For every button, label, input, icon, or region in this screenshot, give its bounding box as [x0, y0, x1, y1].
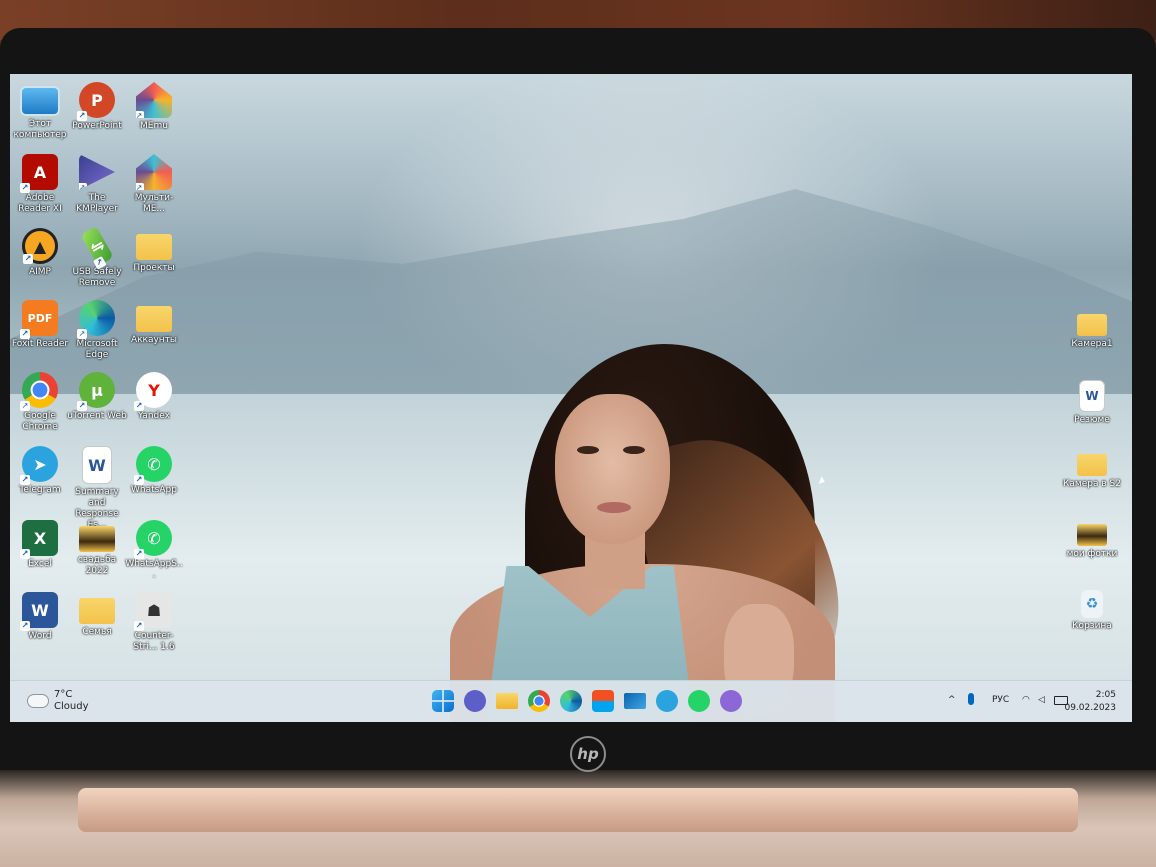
desktop-icon-whatsapp-s[interactable]: ✆ WhatsAppS...	[124, 520, 184, 581]
chrome-icon[interactable]	[528, 690, 550, 712]
usb-safely-remove-icon: ⇋	[80, 225, 114, 267]
start-icon[interactable]	[432, 690, 454, 712]
desktop-icon-camera-s2[interactable]: Камера в S2	[1062, 450, 1122, 490]
wallpaper-face	[555, 394, 670, 544]
desktop-icon-utorrent[interactable]: µ uTorrent Web	[67, 372, 127, 422]
utorrent-icon: µ	[77, 372, 115, 411]
telegram-icon: ➤	[20, 446, 58, 485]
counter-strike-icon: ☗	[134, 592, 172, 631]
folder-icon	[1077, 454, 1107, 476]
laptop-hinge-bar	[78, 788, 1078, 832]
chrome-icon	[20, 372, 58, 411]
desktop-icon-counter-strike[interactable]: ☗ Counter-Stri... 1.6	[124, 592, 184, 653]
desktop-icon-powerpoint[interactable]: P PowerPoint	[67, 82, 127, 132]
mail-icon[interactable]	[624, 693, 646, 709]
desktop-icon-this-pc[interactable]: Этот компьютер	[10, 82, 70, 141]
weather-temp: 7°C	[54, 689, 73, 700]
desktop-icon-word[interactable]: W Word	[10, 592, 70, 642]
store-icon[interactable]	[592, 690, 614, 712]
desktop-icon-resume[interactable]: W Резюме	[1062, 380, 1122, 426]
wifi-icon[interactable]: ◠	[1022, 695, 1030, 705]
wallpaper-eye	[623, 446, 645, 454]
folder-icon	[1077, 314, 1107, 336]
adobe-reader-icon: A	[20, 154, 58, 193]
tray-overflow-chevron-icon[interactable]: ^	[948, 695, 956, 705]
memu-icon	[136, 82, 172, 118]
edge-icon[interactable]	[560, 690, 582, 712]
desktop-icon-foxit-reader[interactable]: PDF Foxit Reader	[10, 300, 70, 350]
desktop-icon-kmplayer[interactable]: The KMPlayer	[67, 154, 127, 215]
word-document-icon: W	[1079, 380, 1105, 412]
file-explorer-icon[interactable]	[496, 693, 518, 709]
multi-memu-icon	[136, 154, 172, 190]
desktop-icon-recycle-bin[interactable]: ♻ Корзина	[1062, 590, 1122, 632]
edge-icon	[77, 300, 115, 339]
wallpaper-lips	[597, 502, 631, 513]
powerpoint-icon: P	[77, 82, 115, 121]
folder-icon	[1077, 524, 1107, 546]
folder-icon	[136, 234, 172, 260]
system-clock[interactable]: 2:05 09.02.2023	[1064, 689, 1116, 715]
desktop-icon-edge[interactable]: Microsoft Edge	[67, 300, 127, 361]
hp-logo: hp	[570, 736, 606, 772]
desktop-icon-chrome[interactable]: Google Chrome	[10, 372, 70, 433]
aimp-icon: ▲	[22, 228, 58, 264]
desktop-icon-usb-safely-remove[interactable]: ⇋ USB Safely Remove	[67, 225, 127, 289]
desktop-screen: Этот компьютер P PowerPoint MEmu A Adobe…	[10, 74, 1132, 722]
desktop-icon-camera1[interactable]: Камера1	[1062, 310, 1122, 350]
desktop-icon-my-photos[interactable]: мои фотки	[1062, 520, 1122, 560]
whatsapp-icon: ✆	[134, 520, 172, 559]
desktop-icon-family[interactable]: Семья	[67, 592, 127, 638]
desktop-icon-excel[interactable]: X Excel	[10, 520, 70, 570]
kmplayer-icon	[79, 154, 115, 190]
desktop-icon-aimp[interactable]: ▲ AIMP	[10, 228, 70, 278]
yandex-icon: Y	[134, 372, 172, 411]
folder-icon	[79, 598, 115, 624]
microphone-icon[interactable]	[968, 693, 974, 705]
viber-icon[interactable]	[720, 690, 742, 712]
desktop-icon-wedding-2022[interactable]: свадьба 2022	[67, 520, 127, 577]
clock-time: 2:05	[1095, 690, 1116, 700]
folder-icon	[136, 306, 172, 332]
wallpaper-eye	[577, 446, 599, 454]
word-document-icon: W	[82, 446, 112, 484]
recycle-bin-icon: ♻	[1081, 590, 1103, 618]
this-pc-icon	[20, 86, 60, 116]
foxit-reader-icon: PDF	[20, 300, 58, 339]
folder-icon	[79, 526, 115, 552]
desktop-icon-adobe-reader[interactable]: A Adobe Reader XI	[10, 154, 70, 215]
whatsapp-icon[interactable]	[688, 690, 710, 712]
desktop-icon-multi-memu[interactable]: Мульти-МЕ...	[124, 154, 184, 215]
word-icon: W	[20, 592, 58, 631]
desktop-icon-summary-document[interactable]: W Summary and Response Es...	[67, 446, 127, 531]
desktop-icon-whatsapp[interactable]: ✆ WhatsApp	[124, 446, 184, 496]
language-indicator[interactable]: РУС	[992, 695, 1009, 705]
volume-icon[interactable]: ◁	[1038, 695, 1045, 705]
whatsapp-icon: ✆	[134, 446, 172, 485]
desktop-icon-projects[interactable]: Проекты	[124, 228, 184, 274]
taskbar: 7°C Cloudy ^ РУС ◠ ◁ 2:05 09.02.2023	[10, 680, 1132, 722]
cloud-icon	[28, 695, 48, 707]
desktop-icon-accounts[interactable]: Аккаунты	[124, 300, 184, 346]
desktop-icon-telegram[interactable]: ➤ Telegram	[10, 446, 70, 496]
desktop-icon-memu[interactable]: MEmu	[124, 82, 184, 132]
teams-chat-icon[interactable]	[464, 690, 486, 712]
excel-icon: X	[20, 520, 58, 559]
weather-condition: Cloudy	[54, 701, 89, 712]
telegram-icon[interactable]	[656, 690, 678, 712]
desktop-icon-yandex[interactable]: Y Yandex	[124, 372, 184, 422]
clock-date: 09.02.2023	[1064, 703, 1116, 713]
